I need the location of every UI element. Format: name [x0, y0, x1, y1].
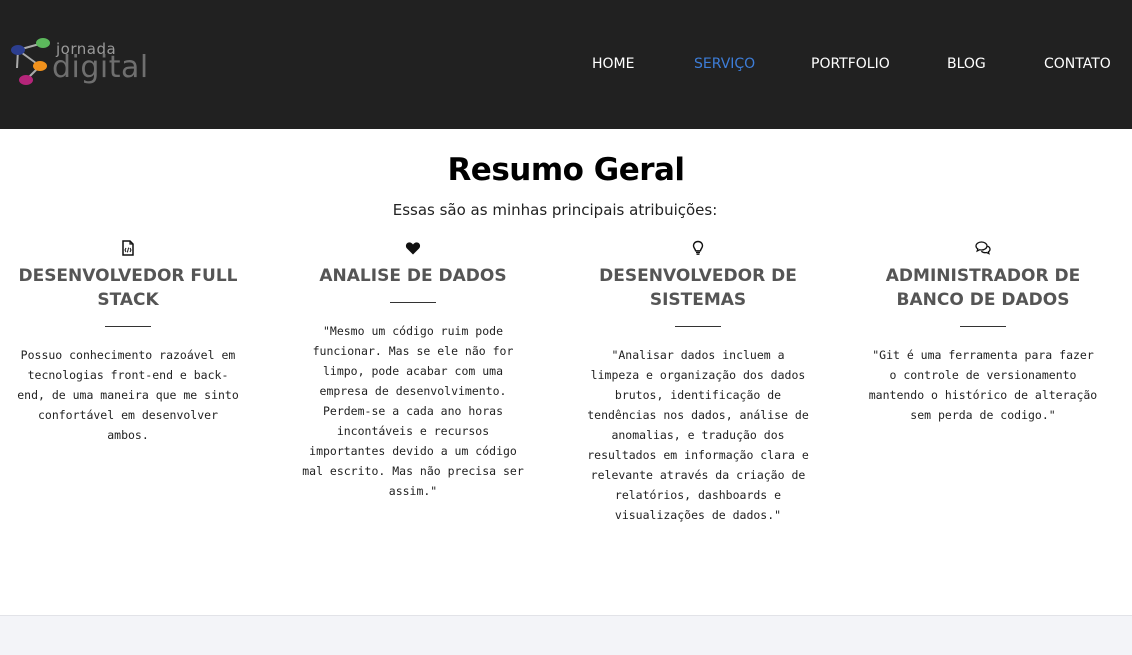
- service-title: ADMINISTRADOR DE BANCO DE DADOS: [885, 266, 1081, 310]
- divider: [105, 326, 151, 327]
- lightbulb-icon: [692, 240, 704, 255]
- nav-portfolio[interactable]: PORTFOLIO: [811, 56, 890, 72]
- heart-icon: [405, 242, 421, 255]
- logo[interactable]: jornada digital: [8, 34, 158, 90]
- divider: [390, 302, 436, 303]
- divider: [960, 326, 1006, 327]
- nav-contato[interactable]: CONTATO: [1044, 56, 1111, 72]
- service-card-dba: ADMINISTRADOR DE BANCO DE DADOS "Git é u…: [866, 240, 1100, 425]
- footer-band: [0, 615, 1132, 655]
- service-title: ANALISE DE DADOS: [319, 266, 507, 286]
- service-description: "Git é uma ferramenta para fazer o contr…: [868, 348, 1098, 422]
- service-title: DESENVOLVEDOR DE SISTEMAS: [599, 266, 797, 310]
- navbar: jornada digital HOME SERVIÇO PORTFOLIO B…: [0, 0, 1132, 129]
- service-description: Possuo conhecimento razoável em tecnolog…: [17, 348, 239, 442]
- page-title: Resumo Geral: [447, 152, 685, 188]
- service-title: DESENVOLVEDOR FULL STACK: [18, 266, 238, 310]
- page-subtitle: Essas são as minhas principais atribuiçõ…: [392, 201, 718, 219]
- logo-network-icon: [11, 38, 50, 85]
- service-card-analise: ANALISE DE DADOS "Mesmo um código ruim p…: [302, 240, 524, 501]
- service-card-sistemas: DESENVOLVEDOR DE SISTEMAS "Analisar dado…: [585, 240, 811, 525]
- service-description: "Mesmo um código ruim pode funcionar. Ma…: [302, 324, 524, 498]
- nav-blog[interactable]: BLOG: [947, 56, 986, 72]
- nav-home[interactable]: HOME: [592, 56, 634, 72]
- file-code-icon: [122, 240, 134, 256]
- divider: [675, 326, 721, 327]
- service-card-fullstack: DESENVOLVEDOR FULL STACK Possuo conhecim…: [14, 240, 242, 445]
- logo-text-bottom: digital: [52, 50, 149, 85]
- service-description: "Analisar dados incluem a limpeza e orga…: [587, 348, 809, 522]
- nav-servico[interactable]: SERVIÇO: [694, 56, 755, 72]
- chat-bubbles-icon: [975, 241, 991, 255]
